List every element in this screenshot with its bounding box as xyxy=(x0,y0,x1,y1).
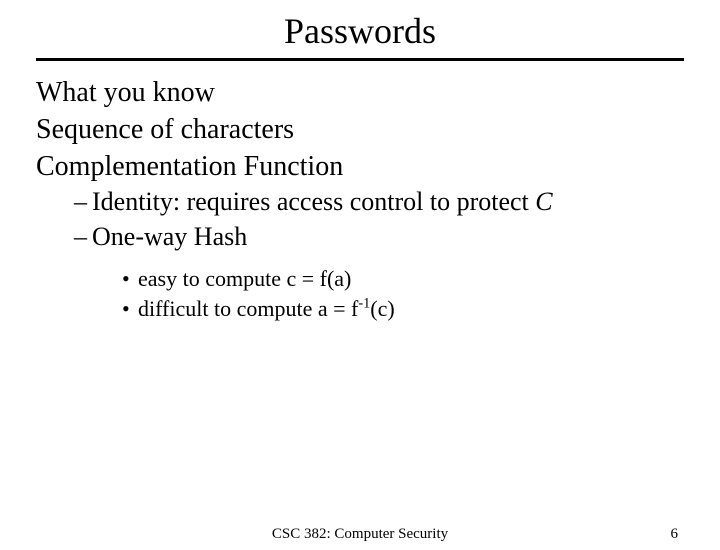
title-rule xyxy=(36,58,684,61)
bullet-lvl1: Sequence of characters xyxy=(36,112,684,147)
lvl2-italic: C xyxy=(535,187,552,216)
slide-title: Passwords xyxy=(0,10,720,52)
bullet-lvl3: •easy to compute c = f(a) xyxy=(122,265,684,293)
lvl3-text: easy to compute c = f(a) xyxy=(138,266,351,291)
bullet-lvl3: •difficult to compute a = f-1(c) xyxy=(122,295,684,323)
dash-icon: – xyxy=(74,186,92,219)
bullet-lvl2: –Identity: requires access control to pr… xyxy=(74,186,684,219)
bullet-icon: • xyxy=(122,295,138,323)
bullet-lvl2: –One-way Hash xyxy=(74,221,684,254)
lvl2-text: Identity: requires access control to pro… xyxy=(92,187,535,216)
lvl2-text: One-way Hash xyxy=(92,222,247,251)
spacer xyxy=(36,255,684,263)
bullet-icon: • xyxy=(122,265,138,293)
bullet-lvl1: What you know xyxy=(36,75,684,110)
lvl3-text: (c) xyxy=(370,296,394,321)
lvl3-sup: -1 xyxy=(358,295,370,311)
footer-course: CSC 382: Computer Security xyxy=(0,526,720,543)
bullet-lvl1: Complementation Function xyxy=(36,149,684,184)
slide-body: What you know Sequence of characters Com… xyxy=(36,75,684,322)
lvl3-text: difficult to compute a = f xyxy=(138,296,358,321)
slide: Passwords What you know Sequence of char… xyxy=(0,10,720,550)
dash-icon: – xyxy=(74,221,92,254)
footer-page: 6 xyxy=(671,526,679,543)
